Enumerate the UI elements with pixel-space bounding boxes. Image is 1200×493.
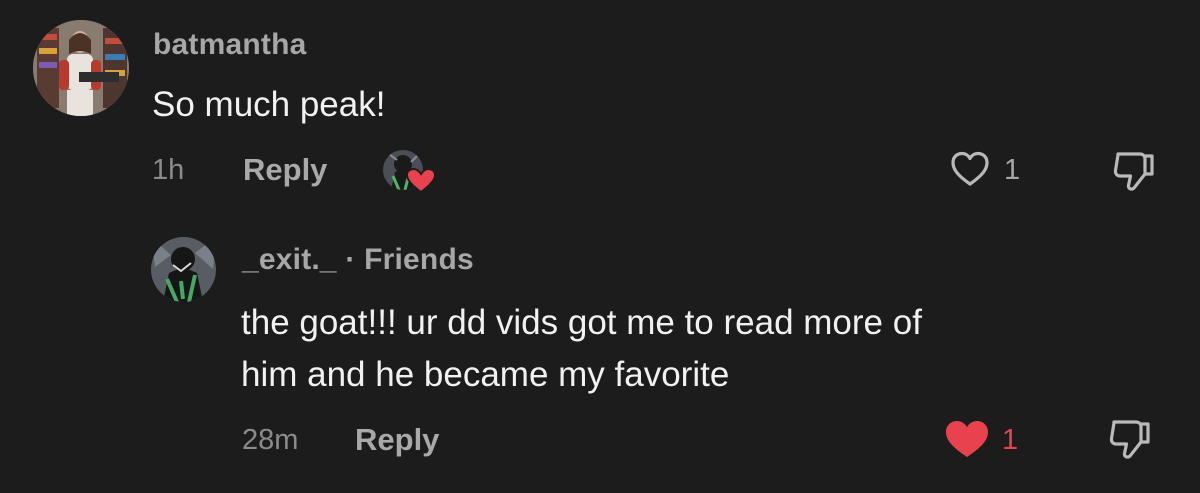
separator-dot: · (345, 243, 356, 276)
reply-button[interactable]: Reply (243, 152, 327, 188)
comment-text-line-2: him and he became my favorite (241, 355, 730, 394)
reply-username-line: _exit._ · Friends (242, 243, 474, 277)
creator-liked-heart-icon (406, 168, 436, 194)
avatar[interactable] (151, 237, 216, 302)
heart-filled-icon[interactable] (944, 418, 990, 460)
comment-username[interactable]: batmantha (153, 28, 307, 62)
reply-button[interactable]: Reply (355, 422, 439, 458)
comment-text: So much peak! (152, 85, 386, 124)
avatar-photo (33, 20, 129, 116)
dislike-icon[interactable] (1110, 148, 1158, 194)
heart-outline-icon[interactable] (950, 150, 990, 188)
dislike-icon[interactable] (1106, 416, 1154, 462)
comments-panel: batmantha So much peak! 1h Reply 1 _exit… (0, 0, 1200, 493)
avatar[interactable] (33, 20, 129, 116)
comment-text-line-1: the goat!!! ur dd vids got me to read mo… (241, 303, 922, 342)
friends-tag: Friends (364, 243, 474, 276)
avatar-art (151, 237, 216, 302)
comment-timestamp: 1h (152, 154, 185, 186)
comment-username[interactable]: _exit._ (242, 243, 337, 276)
like-count: 1 (1004, 154, 1021, 186)
comment-timestamp: 28m (242, 424, 299, 456)
like-count: 1 (1002, 424, 1019, 456)
